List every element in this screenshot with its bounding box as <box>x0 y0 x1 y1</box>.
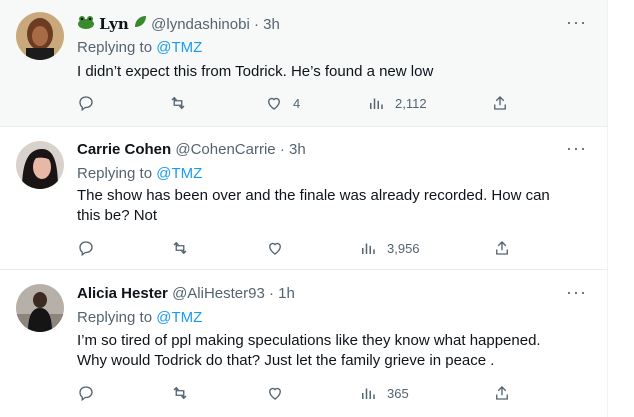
like-button[interactable] <box>266 239 284 257</box>
tweet-header: Alicia Hester @AliHester93 · 1h <box>77 284 295 304</box>
heart-icon <box>268 97 280 110</box>
tweet-text-line: The show has been over and the finale wa… <box>77 187 550 204</box>
retweet-button[interactable] <box>169 94 187 112</box>
like-button[interactable] <box>266 384 284 402</box>
retweet-button[interactable] <box>171 239 189 257</box>
like-count: 4 <box>293 95 301 111</box>
views-button[interactable]: 365 <box>359 384 409 402</box>
timestamp[interactable]: 3h <box>289 141 306 158</box>
views-icon <box>362 243 375 254</box>
replying-prefix: Replying to <box>77 309 153 326</box>
share-icon <box>494 96 506 110</box>
display-name[interactable]: Lyn <box>77 15 151 35</box>
handle[interactable]: @CohenCarrie <box>175 141 275 158</box>
retweet-button[interactable] <box>171 384 189 402</box>
tweet-1[interactable]: Lyn @lyndashinobi · 3h ··· Replying to @… <box>0 0 608 127</box>
action-bar: 3,956 <box>77 239 517 259</box>
separator: · <box>279 141 285 158</box>
tweet-header: Carrie Cohen @CohenCarrie · 3h <box>77 140 306 160</box>
retweet-icon <box>173 241 187 255</box>
timestamp[interactable]: 3h <box>263 16 280 33</box>
views-button[interactable]: 3,956 <box>359 239 420 257</box>
tweet-text: The show has been over and the finale wa… <box>77 186 577 226</box>
heart-icon <box>269 242 281 255</box>
display-name[interactable]: Carrie Cohen <box>77 141 171 158</box>
replying-to: Replying to @TMZ <box>77 308 202 328</box>
avatar[interactable] <box>16 284 64 332</box>
separator: · <box>269 285 274 302</box>
tweet-text-line: this be? Not <box>77 207 158 224</box>
tweet-3[interactable]: Alicia Hester @AliHester93 · 1h ··· Repl… <box>0 270 608 417</box>
mention-link[interactable]: @TMZ <box>156 39 202 56</box>
handle[interactable]: @AliHester93 <box>172 285 265 302</box>
views-icon <box>370 98 383 109</box>
replying-prefix: Replying to <box>77 165 153 182</box>
tweet-text-line: Why would Todrick do that? Just let the … <box>77 352 495 369</box>
avatar[interactable] <box>16 12 64 60</box>
views-icon <box>362 388 375 399</box>
share-icon <box>496 241 508 255</box>
views-button[interactable]: 2,112 <box>367 94 427 112</box>
tweet-2[interactable]: Carrie Cohen @CohenCarrie · 3h ··· Reply… <box>0 127 608 270</box>
timestamp[interactable]: 1h <box>278 285 295 302</box>
more-icon[interactable]: ··· <box>566 12 587 33</box>
share-button[interactable] <box>493 239 511 257</box>
share-button[interactable] <box>491 94 509 112</box>
view-count: 3,956 <box>387 240 420 256</box>
replying-prefix: Replying to <box>77 39 153 56</box>
mention-link[interactable]: @TMZ <box>156 309 202 326</box>
tweet-text-line: I’m so tired of ppl making speculations … <box>77 332 541 349</box>
reply-button[interactable] <box>77 239 95 257</box>
mention-link[interactable]: @TMZ <box>156 165 202 182</box>
display-name-script: Lyn <box>99 15 129 33</box>
reply-button[interactable] <box>77 94 95 112</box>
replying-to: Replying to @TMZ <box>77 164 202 184</box>
like-button[interactable]: 4 <box>265 94 300 112</box>
handle[interactable]: @lyndashinobi <box>151 16 250 33</box>
more-icon[interactable]: ··· <box>566 282 587 303</box>
more-icon[interactable]: ··· <box>566 138 587 159</box>
view-count: 365 <box>387 385 409 401</box>
retweet-icon <box>171 96 185 110</box>
action-bar: 365 <box>77 384 517 404</box>
reply-icon <box>79 386 93 402</box>
share-button[interactable] <box>493 384 511 402</box>
share-icon <box>496 386 508 400</box>
action-bar: 4 2,112 <box>77 94 517 114</box>
tweet-text: I didn’t expect this from Todrick. He’s … <box>77 63 434 80</box>
replying-to: Replying to @TMZ <box>77 38 202 58</box>
heart-icon <box>269 387 281 400</box>
reply-button[interactable] <box>77 384 95 402</box>
leaf-icon <box>133 15 147 35</box>
reply-icon <box>79 241 93 257</box>
separator: · <box>253 16 259 33</box>
view-count: 2,112 <box>395 95 427 111</box>
retweet-icon <box>173 386 187 400</box>
avatar[interactable] <box>16 141 64 189</box>
tweet-text: I’m so tired of ppl making speculations … <box>77 331 577 371</box>
reply-icon <box>79 96 93 112</box>
frog-icon <box>77 15 95 35</box>
display-name[interactable]: Alicia Hester <box>77 285 168 302</box>
tweet-header: Lyn @lyndashinobi · 3h <box>77 14 280 35</box>
